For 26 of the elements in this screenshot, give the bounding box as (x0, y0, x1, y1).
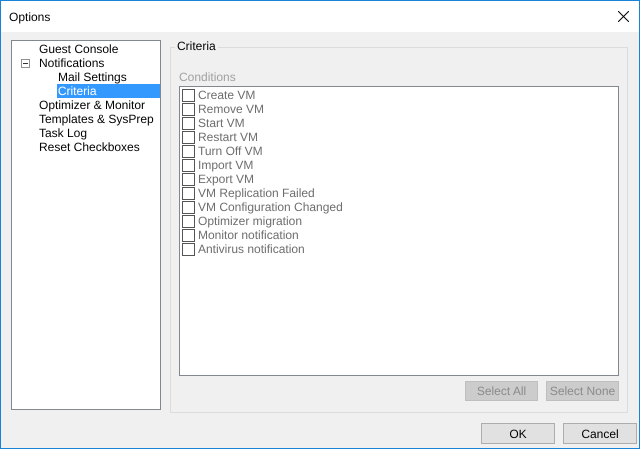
condition-label: VM Replication Failed (198, 186, 315, 200)
window-title: Options (9, 8, 50, 26)
tree-item[interactable]: Mail Settings (57, 70, 128, 84)
dialog-button[interactable]: Cancel (563, 423, 637, 444)
close-icon[interactable] (618, 11, 629, 22)
tree-item[interactable]: Task Log (38, 126, 88, 140)
condition-label: Create VM (198, 88, 256, 102)
list-label: Conditions (179, 70, 237, 84)
condition-label: Export VM (198, 172, 254, 186)
condition-label: Turn Off VM (198, 144, 263, 158)
tree-item[interactable]: Reset Checkboxes (38, 140, 141, 154)
condition-label: Restart VM (198, 130, 258, 144)
tree-item[interactable]: Notifications (38, 56, 106, 70)
condition-label: Remove VM (198, 102, 264, 116)
collapse-icon[interactable] (21, 58, 30, 68)
tree-item[interactable]: Templates & SysPrep (38, 112, 155, 126)
condition-label: Monitor notification (198, 228, 299, 242)
condition-label: Optimizer migration (198, 214, 302, 228)
condition-label: Start VM (198, 116, 245, 130)
dialog-button[interactable]: OK (481, 423, 555, 444)
condition-label: Import VM (198, 158, 254, 172)
tree-item[interactable]: Guest Console (38, 42, 120, 56)
tree-item[interactable]: Optimizer & Monitor (38, 98, 146, 112)
group-title: Criteria (175, 39, 218, 53)
condition-label: Antivirus notification (198, 242, 305, 256)
condition-label: VM Configuration Changed (198, 200, 343, 214)
